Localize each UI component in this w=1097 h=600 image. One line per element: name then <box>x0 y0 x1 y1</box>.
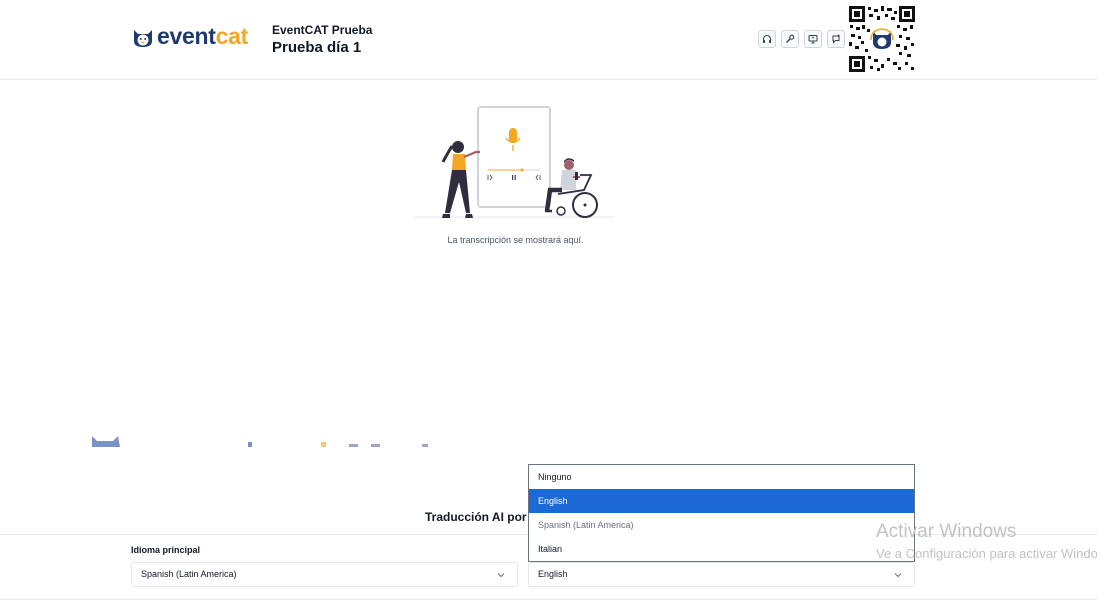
language-option-italian[interactable]: Italian <box>529 537 914 561</box>
eventcat-logo[interactable]: eventcat <box>131 23 266 52</box>
translation-language-dropdown: Ninguno English Spanish (Latin America) … <box>528 464 915 562</box>
top-header: eventcat EventCAT Prueba Prueba día 1 <box>0 0 1097 80</box>
qr-code-icon <box>849 6 915 72</box>
faded-logo-strip <box>92 436 428 447</box>
language-option-spanish-latin-america[interactable]: Spanish (Latin America) <box>529 513 914 537</box>
chevron-down-icon <box>497 573 505 578</box>
windows-activation-subtitle: Ve a Configuración para activar Windows. <box>876 546 1097 561</box>
settings-wrench-button[interactable] <box>781 30 799 48</box>
cat-logo-icon <box>134 30 152 47</box>
transcription-placeholder-illustration <box>415 106 615 218</box>
headphones-button[interactable] <box>758 30 776 48</box>
brand-word-event: event <box>157 23 216 49</box>
brand-word-cat: cat <box>215 23 249 49</box>
windows-activation-title: Activar Windows <box>876 521 1017 542</box>
primary-language-label: Idioma principal <box>131 545 201 555</box>
language-option-english[interactable]: English <box>529 489 914 513</box>
primary-language-select[interactable]: Spanish (Latin America) <box>131 562 518 587</box>
wrench-icon <box>786 34 795 43</box>
add-comment-button[interactable] <box>827 30 845 48</box>
transcription-placeholder-text: La transcripción se mostrará aquí. <box>447 235 584 245</box>
event-organization: EventCAT Prueba <box>272 23 373 37</box>
brand-wordmark: eventcat <box>157 23 248 50</box>
headphones-icon <box>762 34 772 43</box>
screen-share-button[interactable] <box>804 30 822 48</box>
language-option-ninguno[interactable]: Ninguno <box>529 465 914 489</box>
translation-language-value: English <box>538 569 568 579</box>
chevron-down-icon <box>894 573 902 578</box>
chat-plus-icon <box>832 34 840 44</box>
event-name: Prueba día 1 <box>272 39 362 56</box>
translation-section-title: Traducción AI por <box>425 510 527 524</box>
translation-language-select[interactable]: English <box>528 562 915 587</box>
screen-icon <box>808 35 818 44</box>
primary-language-value: Spanish (Latin America) <box>141 569 237 579</box>
